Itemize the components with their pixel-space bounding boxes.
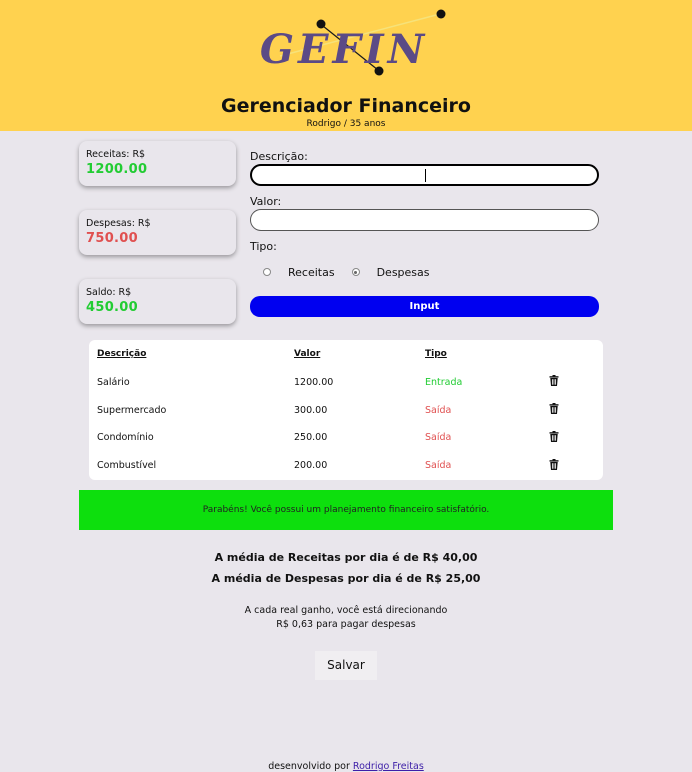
footer-prefix: desenvolvido por — [268, 761, 350, 772]
header: GEFIN Gerenciador Financeiro Rodrigo / 3… — [0, 0, 692, 131]
row-value: 300.00 — [294, 405, 328, 416]
type-radio-group: Receitas Despesas — [263, 264, 447, 280]
row-type: Saída — [425, 460, 452, 471]
header-value: Valor — [294, 349, 321, 359]
row-value: 200.00 — [294, 460, 328, 471]
trash-icon[interactable] — [549, 431, 559, 442]
ratio-text-line2: R$ 0,63 para pagar despesas — [276, 619, 416, 630]
radio-despesas[interactable] — [351, 268, 360, 276]
page-title: Gerenciador Financeiro — [221, 95, 471, 117]
transactions-table: Descrição Valor Tipo Salário 1200.00 Ent… — [89, 340, 603, 480]
radio-receitas[interactable] — [263, 268, 271, 276]
trash-icon[interactable] — [549, 403, 559, 414]
balance-card: Saldo: R$ 450.00 — [79, 279, 236, 324]
text-caret — [425, 169, 426, 182]
row-value: 250.00 — [294, 432, 328, 443]
header-type: Tipo — [425, 349, 447, 359]
expense-card: Despesas: R$ 750.00 — [79, 210, 236, 255]
description-input[interactable] — [250, 164, 599, 186]
footer: desenvolvido por Rodrigo Freitas — [0, 761, 692, 772]
radio-receitas-label[interactable]: Receitas — [288, 266, 335, 279]
income-card: Receitas: R$ 1200.00 — [79, 141, 236, 186]
row-description: Salário — [97, 377, 130, 388]
value-input[interactable] — [250, 209, 599, 231]
avg-income-text: A média de Receitas por dia é de R$ 40,0… — [214, 551, 478, 564]
value-label: Valor: — [250, 195, 282, 208]
row-type: Saída — [425, 432, 452, 443]
save-button[interactable]: Salvar — [315, 651, 377, 680]
income-label: Receitas: R$ — [86, 149, 146, 160]
expense-label: Despesas: R$ — [86, 218, 151, 229]
balance-value: 450.00 — [86, 300, 138, 315]
user-subtitle: Rodrigo / 35 anos — [306, 119, 386, 129]
description-label: Descrição: — [250, 150, 308, 163]
trash-icon[interactable] — [549, 375, 559, 386]
header-description: Descrição — [97, 349, 147, 359]
gefin-logo: GEFIN — [260, 9, 446, 76]
row-description: Combustível — [97, 460, 157, 471]
row-description: Condomínio — [97, 432, 154, 443]
income-value: 1200.00 — [86, 162, 148, 177]
expense-value: 750.00 — [86, 231, 138, 246]
type-label: Tipo: — [250, 240, 277, 253]
ratio-text-line1: A cada real ganho, você está direcionand… — [244, 605, 448, 616]
status-banner: Parabéns! Você possui um planejamento fi… — [79, 490, 613, 530]
logo-text: GEFIN — [260, 26, 428, 73]
avg-expense-text: A média de Despesas por dia é de R$ 25,0… — [211, 572, 481, 585]
trash-icon[interactable] — [549, 459, 559, 470]
balance-label: Saldo: R$ — [86, 287, 132, 298]
author-link[interactable]: Rodrigo Freitas — [353, 761, 424, 772]
row-type: Saída — [425, 405, 452, 416]
row-value: 1200.00 — [294, 377, 334, 388]
row-type: Entrada — [425, 377, 463, 388]
input-button[interactable]: Input — [250, 296, 599, 317]
radio-despesas-label[interactable]: Despesas — [377, 266, 430, 279]
row-description: Supermercado — [97, 405, 167, 416]
